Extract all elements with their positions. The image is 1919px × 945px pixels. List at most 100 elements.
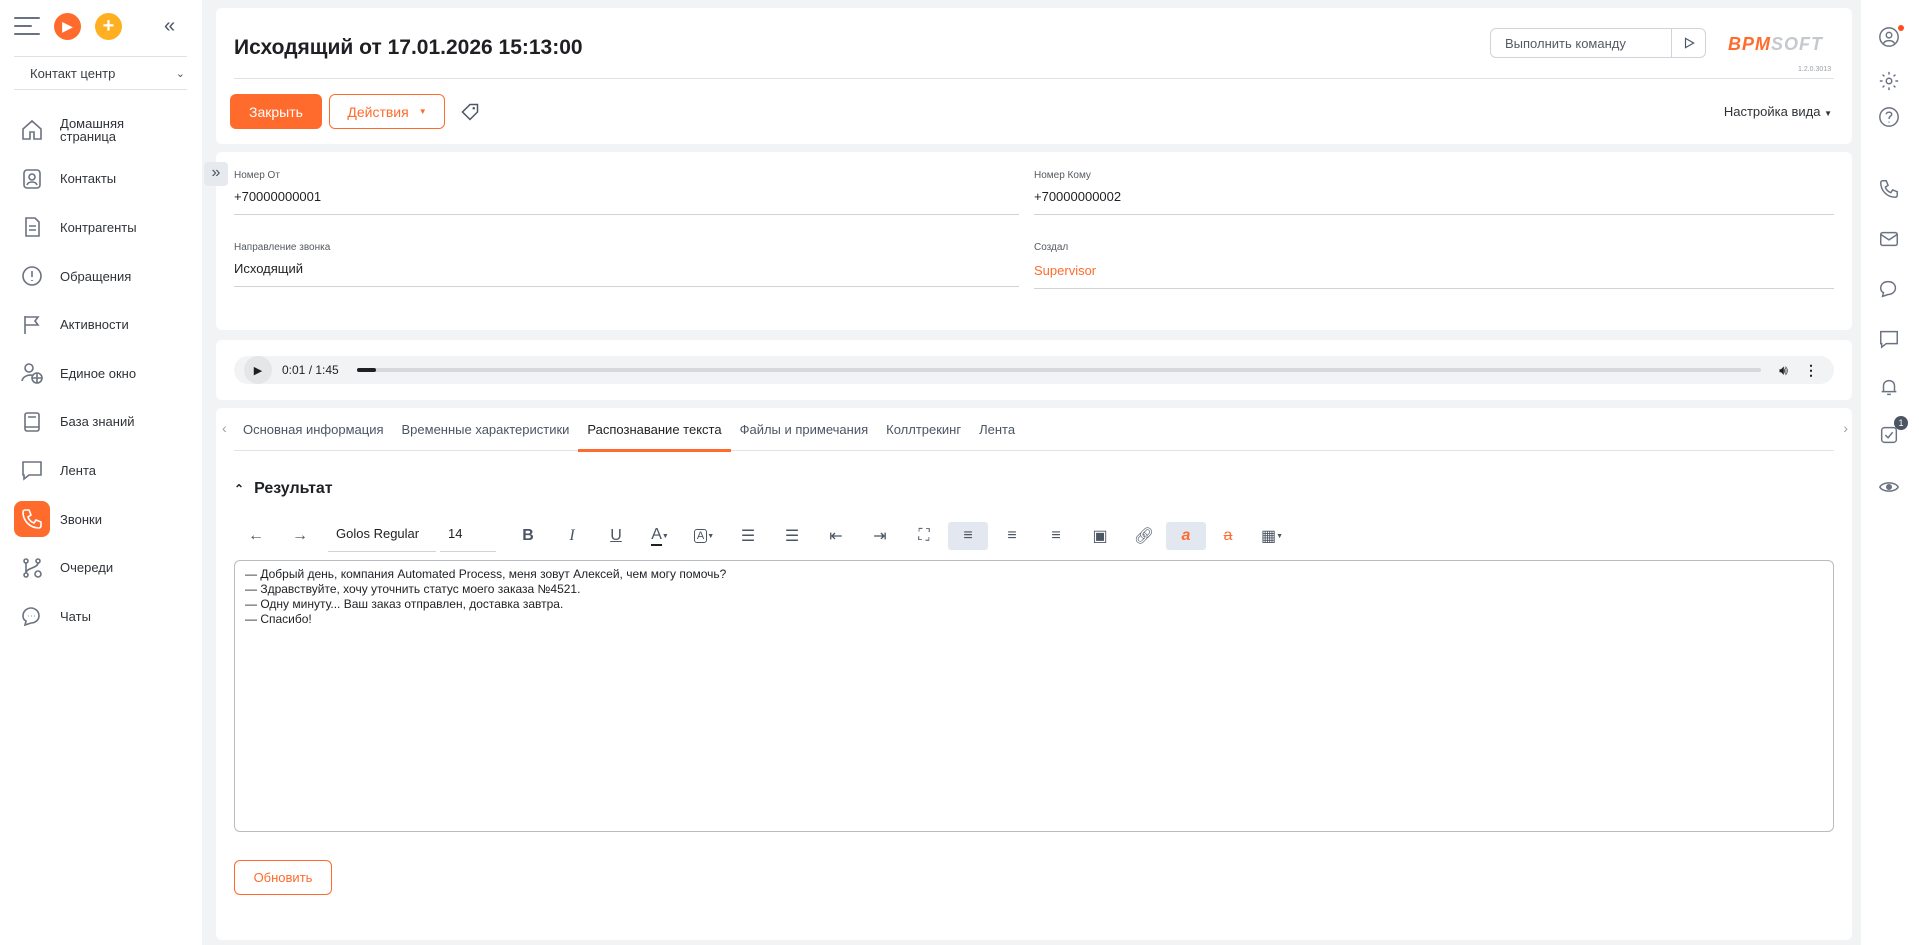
tab-bar: Основная информация Временные характерис… <box>234 408 1834 452</box>
tab-text-recognition[interactable]: Распознавание текста <box>578 408 731 452</box>
redo-icon[interactable]: → <box>278 522 322 550</box>
sidebar-item-queues[interactable]: Очереди <box>0 543 202 592</box>
font-size-select[interactable]: 14 <box>440 520 496 552</box>
sidebar-item-single-window[interactable]: Единое окно <box>0 349 202 398</box>
tabs-scroll-left-icon[interactable]: ‹ <box>222 420 227 436</box>
play-icon[interactable]: ▶ <box>244 356 272 384</box>
chats-icon <box>18 602 46 630</box>
view-settings-button[interactable]: Настройка вида ▼ <box>1724 104 1832 119</box>
tab-time-characteristics[interactable]: Временные характеристики <box>393 408 579 451</box>
field-to: Номер Кому +70000000002 <box>1034 170 1834 215</box>
left-sidebar: ▶ + « Контакт центр ⌄ Домашняя страница … <box>0 0 202 945</box>
command-input[interactable]: Выполнить команду <box>1491 36 1671 51</box>
sidebar-item-feed[interactable]: Лента <box>0 446 202 495</box>
settings-icon[interactable] <box>1878 70 1902 94</box>
tab-feed[interactable]: Лента <box>970 408 1024 451</box>
phone-icon[interactable] <box>1878 178 1902 202</box>
field-created-by: Создал Supervisor <box>1034 242 1834 289</box>
field-caption: Номер От <box>234 170 280 181</box>
refresh-button[interactable]: Обновить <box>234 860 332 895</box>
chats-icon[interactable] <box>1878 278 1902 302</box>
sidebar-item-label: Звонки <box>60 511 102 527</box>
italic-icon[interactable]: I <box>550 522 594 550</box>
home-icon <box>18 116 46 144</box>
created-by-link[interactable]: Supervisor <box>1034 263 1834 278</box>
actions-button[interactable]: Действия ▼ <box>329 94 445 129</box>
hamburger-menu-icon[interactable] <box>14 17 40 35</box>
expand-panel-icon[interactable]: » <box>204 162 228 186</box>
field-direction: Направление звонка Исходящий <box>234 242 1019 287</box>
flag-icon <box>18 311 46 339</box>
sidebar-item-calls[interactable]: Звонки <box>0 495 202 544</box>
collapse-sidebar-icon[interactable]: « <box>164 15 175 38</box>
font-color-icon[interactable]: A ▼ <box>638 522 682 550</box>
table-icon[interactable]: ▦ ▼ <box>1250 522 1294 550</box>
mail-icon[interactable] <box>1878 228 1902 252</box>
align-left-icon[interactable]: ≡ <box>948 522 988 550</box>
chevron-up-icon: ⌃ <box>234 482 245 496</box>
tag-icon[interactable] <box>460 102 480 122</box>
actions-label: Действия <box>347 103 409 120</box>
tab-main-info[interactable]: Основная информация <box>234 408 393 451</box>
indent-icon[interactable]: ⇥ <box>858 522 902 550</box>
sidebar-item-chats[interactable]: Чаты <box>0 592 202 641</box>
font-family-select[interactable]: Golos Regular <box>328 520 436 552</box>
field-value[interactable]: +70000000002 <box>1034 189 1834 204</box>
field-caption: Номер Кому <box>1034 170 1091 181</box>
seek-slider[interactable] <box>356 368 1762 372</box>
more-options-icon[interactable]: ⋮ <box>1798 362 1824 379</box>
sidebar-menu: Домашняя страница Контакты Контрагенты О… <box>0 106 202 641</box>
outdent-icon[interactable]: ⇤ <box>814 522 858 550</box>
fields-panel: » Номер От +70000000001 Номер Кому +7000… <box>204 152 1852 330</box>
add-icon[interactable]: + <box>95 12 122 40</box>
transcript-editor[interactable]: — Добрый день, компания Automated Proces… <box>234 560 1834 832</box>
field-value[interactable]: +70000000001 <box>234 189 1019 204</box>
bold-icon[interactable]: B <box>506 522 550 550</box>
tab-files-notes[interactable]: Файлы и примечания <box>731 408 878 451</box>
chevron-down-icon: ⌄ <box>175 67 185 80</box>
run-command-icon[interactable] <box>1671 29 1705 57</box>
tab-calltracking[interactable]: Коллтрекинг <box>877 408 970 451</box>
audio-player: ▶ 0:01 / 1:45 🔊︎ ⋮ <box>234 356 1834 384</box>
undo-icon[interactable]: ← <box>234 522 278 550</box>
highlight-color-icon[interactable]: A ▼ <box>682 522 726 550</box>
underline-icon[interactable]: U <box>594 522 638 550</box>
link-icon[interactable]: 🔗︎ <box>1122 522 1166 550</box>
sidebar-item-cases[interactable]: Обращения <box>0 252 202 301</box>
feed-icon[interactable] <box>1878 328 1902 352</box>
command-line[interactable]: Выполнить команду <box>1490 28 1706 58</box>
workspace-select[interactable]: Контакт центр ⌄ <box>14 56 187 90</box>
field-value[interactable]: Исходящий <box>234 261 1019 276</box>
insert-image-icon[interactable]: ▣ <box>1078 522 1122 550</box>
volume-icon[interactable]: 🔊︎ <box>1779 362 1788 379</box>
eye-icon[interactable] <box>1878 476 1902 500</box>
sidebar-item-home[interactable]: Домашняя страница <box>0 106 202 155</box>
tasks-icon[interactable]: 1 <box>1878 416 1908 448</box>
profile-icon[interactable] <box>1878 25 1904 50</box>
numbered-list-icon[interactable]: ☰ <box>726 522 770 550</box>
sidebar-item-contacts[interactable]: Контакты <box>0 155 202 204</box>
section-title: Результат <box>254 480 333 497</box>
bell-icon[interactable] <box>1878 376 1902 400</box>
tabs-scroll-right-icon[interactable]: › <box>1843 420 1848 436</box>
close-button[interactable]: Закрыть <box>230 94 322 129</box>
bullet-list-icon[interactable]: ☰ <box>770 522 814 550</box>
clear-format-icon[interactable]: a <box>1166 522 1206 550</box>
chat-icon <box>18 456 46 484</box>
brand-logo: BPMSOFT <box>1728 34 1823 54</box>
version-label: 1.2.0.3013 <box>1798 66 1832 73</box>
align-center-icon[interactable]: ≡ <box>990 522 1034 550</box>
fullscreen-icon[interactable]: ⛶ <box>902 522 946 550</box>
page-title: Исходящий от 17.01.2026 15:13:00 <box>234 36 583 59</box>
help-icon[interactable] <box>1878 106 1902 130</box>
remove-format-icon[interactable]: a <box>1206 522 1250 550</box>
details-panel: ‹ Основная информация Временные характер… <box>216 408 1852 940</box>
field-from: Номер От +70000000001 <box>234 170 1019 215</box>
align-right-icon[interactable]: ≡ <box>1034 522 1078 550</box>
queue-icon <box>18 554 46 582</box>
section-header[interactable]: ⌃ Результат <box>234 480 333 498</box>
run-process-icon[interactable]: ▶ <box>54 12 81 40</box>
sidebar-item-knowledge-base[interactable]: База знаний <box>0 398 202 447</box>
sidebar-item-accounts[interactable]: Контрагенты <box>0 203 202 252</box>
sidebar-item-activities[interactable]: Активности <box>0 300 202 349</box>
